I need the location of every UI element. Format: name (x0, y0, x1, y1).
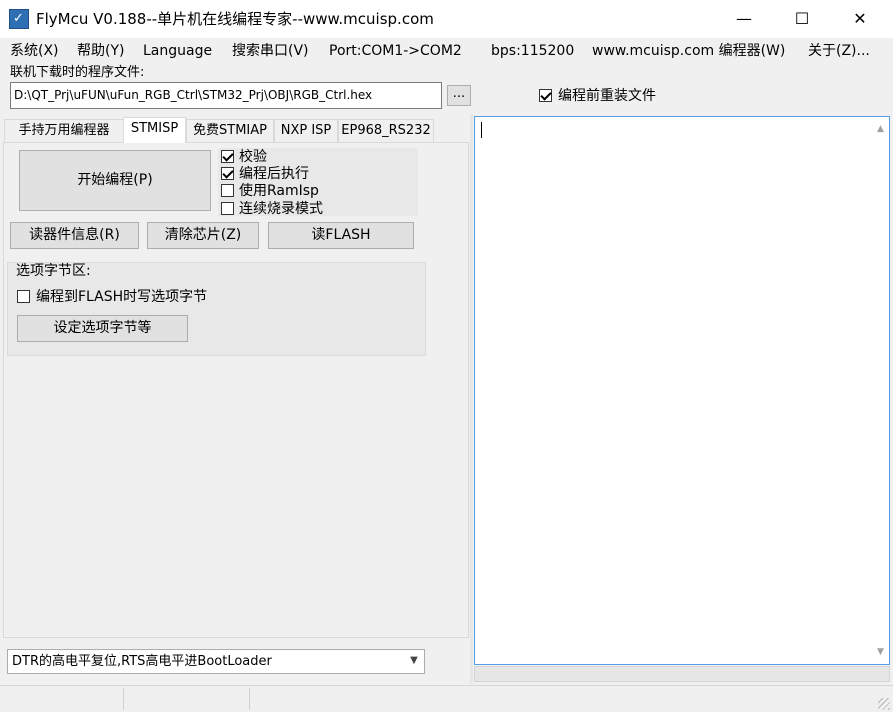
tab-stmisp[interactable]: STMISP (123, 117, 186, 143)
menu-language[interactable]: Language (143, 42, 212, 60)
tab-free-stmiap[interactable]: 免费STMIAP (186, 119, 274, 142)
app-logo-icon: ✓ (9, 9, 29, 29)
verify-label: 校验 (239, 149, 267, 165)
continuous-burn-label: 连续烧录模式 (239, 201, 323, 217)
stmisp-panel (3, 142, 469, 638)
option-bytes-title: 选项字节区: (16, 263, 91, 279)
menu-bar: 系统(X) 帮助(Y) Language 搜索串口(V) Port:COM1->… (0, 38, 893, 64)
text-cursor (481, 122, 482, 138)
minimize-button[interactable]: — (716, 0, 772, 38)
use-ramisp-label: 使用RamIsp (239, 183, 319, 199)
menu-help[interactable]: 帮助(Y) (77, 42, 124, 60)
menu-bps[interactable]: bps:115200 (491, 42, 574, 60)
run-after-program-label: 编程后执行 (239, 166, 309, 182)
tab-ep968-rs232[interactable]: EP968_RS232 (338, 119, 434, 142)
menu-search-port[interactable]: 搜索串口(V) (232, 42, 309, 60)
title-bar: ✓ FlyMcu V0.188--单片机在线编程专家--www.mcuisp.c… (0, 0, 893, 38)
file-path-text: D:\QT_Prj\uFUN\uFun_RGB_Ctrl\STM32_Prj\O… (14, 88, 373, 102)
status-panel-1 (0, 688, 124, 710)
log-output-area[interactable]: ▲ ▼ (474, 116, 890, 665)
bootloader-mode-value: DTR的高电平复位,RTS高电平进BootLoader (12, 654, 272, 669)
pane-splitter[interactable] (470, 114, 473, 684)
log-scrollbar[interactable]: ▲ ▼ (872, 117, 889, 664)
write-option-bytes-label: 编程到FLASH时写选项字节 (36, 289, 208, 305)
menu-programmer[interactable]: www.mcuisp.com 编程器(W) (592, 42, 785, 60)
status-panel-2 (126, 688, 250, 710)
tab-handheld-programmer[interactable]: 手持万用编程器 (4, 119, 124, 142)
menu-about[interactable]: 关于(Z)... (808, 42, 870, 60)
chevron-down-icon: ▼ (410, 655, 418, 666)
tab-nxp-isp[interactable]: NXP ISP (274, 119, 338, 142)
menu-port[interactable]: Port:COM1->COM2 (329, 42, 462, 60)
erase-chip-button[interactable]: 清除芯片(Z) (147, 222, 259, 249)
reload-file-checkbox[interactable] (539, 89, 552, 102)
status-bar (0, 685, 893, 712)
browse-button[interactable]: ... (447, 85, 471, 106)
set-option-bytes-button[interactable]: 设定选项字节等 (17, 315, 188, 342)
run-after-program-checkbox[interactable] (221, 167, 234, 180)
scroll-down-icon[interactable]: ▼ (874, 646, 887, 658)
window-title: FlyMcu V0.188--单片机在线编程专家--www.mcuisp.com (36, 10, 434, 28)
bootloader-mode-select[interactable]: DTR的高电平复位,RTS高电平进BootLoader ▼ (7, 649, 425, 674)
scroll-up-icon[interactable]: ▲ (874, 123, 887, 135)
read-device-info-button[interactable]: 读器件信息(R) (10, 222, 139, 249)
reload-file-label: 编程前重装文件 (558, 88, 656, 104)
file-path-field[interactable]: D:\QT_Prj\uFUN\uFun_RGB_Ctrl\STM32_Prj\O… (10, 82, 442, 109)
menu-system[interactable]: 系统(X) (10, 42, 59, 60)
close-button[interactable]: ✕ (832, 0, 888, 38)
resize-grip-icon[interactable] (878, 698, 890, 710)
file-label: 联机下载时的程序文件: (10, 65, 145, 80)
status-panel-3 (252, 688, 872, 710)
continuous-burn-checkbox[interactable] (221, 202, 234, 215)
read-flash-button[interactable]: 读FLASH (268, 222, 414, 249)
verify-checkbox[interactable] (221, 150, 234, 163)
progress-bar (474, 666, 890, 682)
maximize-button[interactable]: ☐ (774, 0, 830, 38)
write-option-bytes-checkbox[interactable] (17, 290, 30, 303)
start-programming-button[interactable]: 开始编程(P) (19, 150, 211, 211)
use-ramisp-checkbox[interactable] (221, 184, 234, 197)
